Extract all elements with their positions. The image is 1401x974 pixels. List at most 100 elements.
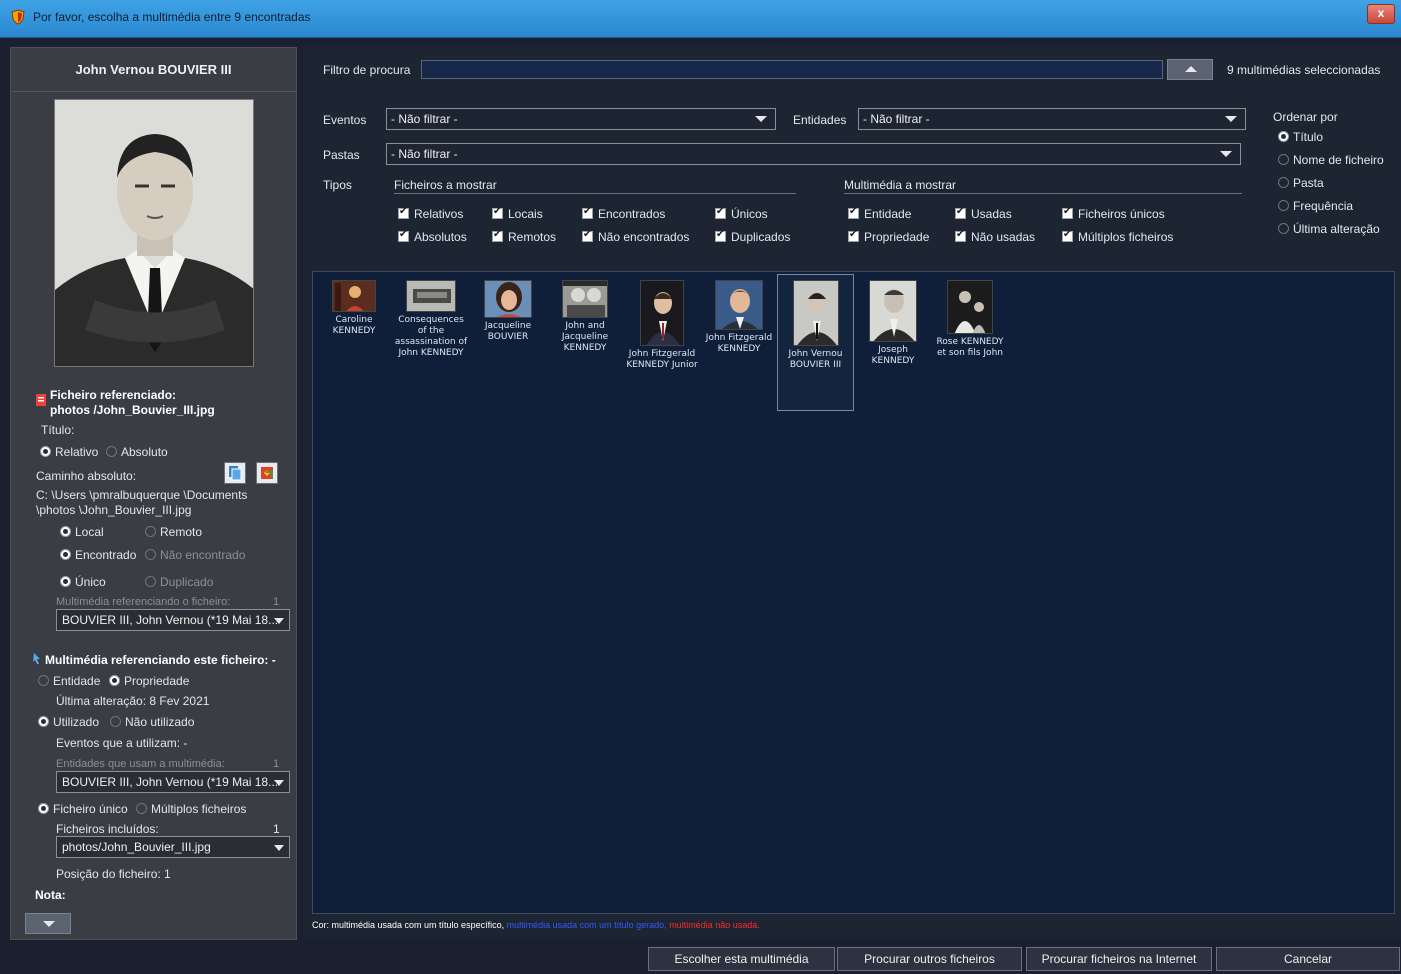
check-absolutos[interactable]: Absolutos bbox=[398, 229, 467, 244]
sort-option-titulo[interactable]: Título bbox=[1278, 130, 1323, 144]
folders-filter-combo[interactable]: - Não filtrar - bbox=[386, 143, 1241, 165]
absolute-path-line1: C: \Users \pmralbuquerque \Documents bbox=[36, 488, 248, 502]
check-label: Não usadas bbox=[971, 230, 1036, 244]
events-filter-combo[interactable]: - Não filtrar - bbox=[386, 108, 776, 130]
collapse-filters-button[interactable] bbox=[1167, 59, 1213, 80]
events-using: Eventos que a utilizam: - bbox=[56, 736, 188, 750]
last-change: Última alteração: 8 Fev 2021 bbox=[56, 694, 210, 708]
folders-label: Pastas bbox=[323, 148, 360, 162]
media-thumb-selected[interactable]: John Vernou BOUVIER III bbox=[777, 274, 854, 411]
entities-using-combo[interactable]: BOUVIER III, John Vernou (*19 Mai 18... bbox=[56, 771, 290, 793]
note-label: Nota: bbox=[35, 888, 66, 902]
radio-off-icon bbox=[145, 549, 156, 560]
chevron-down-icon bbox=[1225, 116, 1237, 122]
media-thumb[interactable]: Joseph KENNEDY bbox=[856, 280, 930, 367]
single-file-label: Ficheiro único bbox=[53, 802, 128, 816]
check-encontrados[interactable]: Encontrados bbox=[582, 206, 665, 221]
media-thumb[interactable]: Rose KENNEDY et son fils John bbox=[933, 280, 1007, 359]
chevron-down-icon bbox=[1220, 151, 1232, 157]
thumb-caption: John Fitzgerald KENNEDY bbox=[705, 333, 773, 354]
check-label: Relativos bbox=[414, 207, 464, 221]
check-propriedade[interactable]: Propriedade bbox=[848, 229, 930, 244]
media-thumb[interactable]: John Fitzgerald KENNEDY bbox=[702, 280, 776, 355]
check-nao-usadas[interactable]: Não usadas bbox=[955, 229, 1036, 244]
check-multiplos-ficheiros[interactable]: Múltiplos ficheiros bbox=[1062, 229, 1173, 244]
thumb-caption: John Vernou BOUVIER III bbox=[788, 349, 843, 370]
property-radio[interactable]: Propriedade bbox=[109, 674, 189, 688]
media-thumb[interactable]: Consequences of the assassination of Joh… bbox=[394, 280, 468, 359]
checkbox-checked-icon bbox=[398, 229, 409, 242]
multiple-files-label: Múltiplos ficheiros bbox=[151, 802, 247, 816]
check-label: Propriedade bbox=[864, 230, 930, 244]
entities-filter-combo[interactable]: - Não filtrar - bbox=[858, 108, 1246, 130]
check-usadas[interactable]: Usadas bbox=[955, 206, 1012, 221]
sort-option-frequencia[interactable]: Frequência bbox=[1278, 199, 1353, 213]
check-ficheiros-unicos[interactable]: Ficheiros únicos bbox=[1062, 206, 1165, 221]
referencing-media-combo[interactable]: BOUVIER III, John Vernou (*19 Mai 18... bbox=[56, 609, 290, 631]
folders-filter-value: - Não filtrar - bbox=[391, 147, 458, 161]
check-locais[interactable]: Locais bbox=[492, 206, 543, 221]
chevron-down-icon bbox=[274, 780, 284, 786]
app-shield-icon bbox=[11, 9, 25, 25]
radio-on-icon bbox=[38, 716, 49, 727]
check-label: Remotos bbox=[508, 230, 557, 244]
choose-media-button[interactable]: Escolher esta multimédia bbox=[648, 947, 835, 971]
check-nao-encontrados[interactable]: Não encontrados bbox=[582, 229, 689, 244]
close-button[interactable]: x bbox=[1367, 4, 1395, 24]
sort-option-pasta[interactable]: Pasta bbox=[1278, 176, 1324, 190]
included-files-value: photos/John_Bouvier_III.jpg bbox=[62, 840, 211, 854]
duplicated-label: Duplicado bbox=[160, 575, 214, 589]
radio-off-icon bbox=[1278, 223, 1289, 234]
check-remotos[interactable]: Remotos bbox=[492, 229, 557, 244]
thumbnail-image bbox=[562, 280, 608, 318]
search-internet-button[interactable]: Procurar ficheiros na Internet bbox=[1026, 947, 1212, 971]
included-files-combo[interactable]: photos/John_Bouvier_III.jpg bbox=[56, 836, 290, 858]
media-thumb[interactable]: Jacqueline BOUVIER bbox=[471, 280, 545, 343]
relative-radio[interactable]: Relativo bbox=[40, 445, 98, 459]
open-file-icon bbox=[261, 467, 273, 479]
unique-label: Único bbox=[75, 575, 106, 589]
sort-option-label: Nome de ficheiro bbox=[1293, 153, 1384, 167]
window-titlebar: Por favor, escolha a multimédia entre 9 … bbox=[0, 0, 1401, 38]
media-thumb[interactable]: Caroline KENNEDY bbox=[317, 280, 391, 337]
multiple-files-radio[interactable]: Múltiplos ficheiros bbox=[136, 802, 246, 816]
media-thumb[interactable]: John Fitzgerald KENNEDY Junior bbox=[625, 280, 699, 371]
file-reference-icon bbox=[36, 394, 46, 406]
search-label: Filtro de procura bbox=[323, 63, 411, 77]
radio-off-icon bbox=[1278, 177, 1289, 188]
check-unicos[interactable]: Únicos bbox=[715, 206, 768, 221]
checkbox-checked-icon bbox=[715, 229, 726, 242]
sort-option-nome-ficheiro[interactable]: Nome de ficheiro bbox=[1278, 153, 1384, 167]
expand-note-button[interactable] bbox=[25, 913, 71, 934]
check-relativos[interactable]: Relativos bbox=[398, 206, 464, 221]
search-input[interactable] bbox=[421, 60, 1163, 79]
check-entidade[interactable]: Entidade bbox=[848, 206, 911, 221]
included-files-count: 1 bbox=[273, 822, 280, 836]
thumb-caption: Rose KENNEDY et son fils John bbox=[936, 337, 1004, 358]
media-thumb[interactable]: John and Jacqueline KENNEDY bbox=[548, 280, 622, 354]
copy-path-button[interactable] bbox=[224, 462, 246, 484]
selected-count: 9 multimédias seleccionadas bbox=[1227, 63, 1381, 77]
thumb-caption: Joseph KENNEDY bbox=[871, 345, 915, 366]
thumb-caption: John and Jacqueline KENNEDY bbox=[561, 321, 609, 353]
entity-radio[interactable]: Entidade bbox=[38, 674, 100, 688]
checkbox-checked-icon bbox=[1062, 206, 1073, 219]
check-label: Absolutos bbox=[414, 230, 467, 244]
cancel-button[interactable]: Cancelar bbox=[1216, 947, 1400, 971]
entity-label: Entidade bbox=[53, 674, 101, 688]
not-used-radio[interactable]: Não utilizado bbox=[110, 715, 194, 729]
sort-option-ultima-alteracao[interactable]: Última alteração bbox=[1278, 222, 1380, 236]
absolute-radio[interactable]: Absoluto bbox=[106, 445, 168, 459]
legend-generated: multimédia usada com um título gerado, bbox=[504, 920, 667, 930]
search-other-files-button[interactable]: Procurar outros ficheiros bbox=[837, 947, 1022, 971]
single-file-radio[interactable]: Ficheiro único bbox=[38, 802, 128, 816]
check-label: Duplicados bbox=[731, 230, 791, 244]
open-file-button[interactable] bbox=[256, 462, 278, 484]
used-radio[interactable]: Utilizado bbox=[38, 715, 99, 729]
thumbnail-image bbox=[869, 280, 917, 342]
chevron-down-icon bbox=[274, 618, 284, 624]
radio-on-icon bbox=[60, 576, 71, 587]
radio-on-icon bbox=[38, 803, 49, 814]
check-duplicados[interactable]: Duplicados bbox=[715, 229, 791, 244]
remote-label: Remoto bbox=[160, 525, 203, 539]
